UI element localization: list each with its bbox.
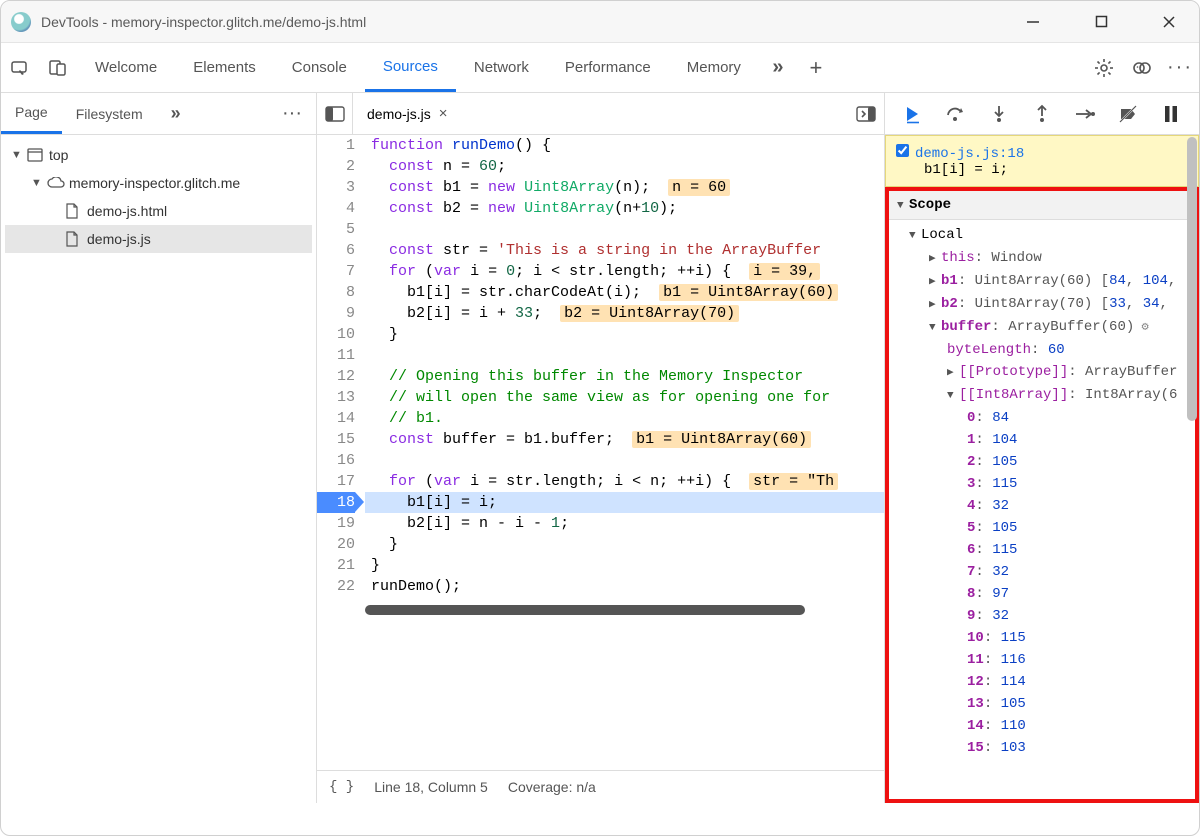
line-gutter: 12345678910111213141516171819202122 (317, 135, 365, 597)
window-controls (1013, 9, 1189, 35)
maximize-button[interactable] (1081, 9, 1121, 35)
tree-domain-label: memory-inspector.glitch.me (69, 175, 240, 191)
scope-section: ▼Scope ▼Local▶this: Window▶b1: Uint8Arra… (885, 187, 1199, 803)
deactivate-breakpoints-button[interactable] (1113, 99, 1143, 129)
resume-button[interactable] (898, 99, 928, 129)
nav-more-icon[interactable]: » (157, 93, 195, 134)
window-title: DevTools - memory-inspector.glitch.me/de… (41, 14, 366, 30)
cursor-position: Line 18, Column 5 (374, 779, 488, 795)
nav-tab-filesystem[interactable]: Filesystem (62, 93, 157, 134)
window-titlebar: DevTools - memory-inspector.glitch.me/de… (1, 1, 1199, 43)
breakpoint-source[interactable]: demo-js.js:18 (915, 146, 1024, 162)
breakpoint-checkbox[interactable] (896, 144, 909, 157)
window-icon (27, 148, 43, 162)
tree-domain[interactable]: ▼ memory-inspector.glitch.me (5, 169, 312, 197)
tab-console[interactable]: Console (274, 43, 365, 92)
close-tab-icon[interactable]: × (439, 105, 448, 122)
toggle-navigator-icon[interactable] (317, 93, 353, 134)
editor-file-tab-label: demo-js.js (367, 106, 431, 122)
tree-file-js-label: demo-js.js (87, 231, 151, 247)
file-icon (65, 203, 81, 219)
device-toggle-icon[interactable] (39, 49, 77, 87)
close-window-button[interactable] (1149, 9, 1189, 35)
navigator-panel: Page Filesystem » ··· ▼ top ▼ memory-ins… (1, 93, 317, 803)
app-icon (11, 12, 31, 32)
pretty-print-button[interactable]: { } (329, 779, 354, 795)
horizontal-scrollbar[interactable] (365, 605, 805, 615)
tree-file-html[interactable]: demo-js.html (5, 197, 312, 225)
tree-top-label: top (49, 147, 68, 163)
tab-performance[interactable]: Performance (547, 43, 669, 92)
tab-memory[interactable]: Memory (669, 43, 759, 92)
chevron-down-icon: ▼ (11, 149, 21, 161)
paused-breakpoint-callout: demo-js.js:18 b1[i] = i; (885, 135, 1199, 187)
vertical-scrollbar[interactable] (1187, 137, 1197, 421)
tab-welcome[interactable]: Welcome (77, 43, 175, 92)
step-into-button[interactable] (984, 99, 1014, 129)
more-tabs-icon[interactable]: » (759, 49, 797, 87)
file-tree: ▼ top ▼ memory-inspector.glitch.me demo-… (1, 135, 316, 259)
tree-file-js[interactable]: demo-js.js (5, 225, 312, 253)
tab-sources[interactable]: Sources (365, 43, 456, 92)
debugger-panel: demo-js.js:18 b1[i] = i; ▼Scope ▼Local▶t… (885, 93, 1199, 803)
editor-statusbar: { } Line 18, Column 5 Coverage: n/a (317, 770, 884, 803)
step-button[interactable] (1070, 99, 1100, 129)
chevron-down-icon: ▼ (31, 177, 41, 189)
editor-file-tab[interactable]: demo-js.js × (353, 93, 462, 134)
nav-tab-page[interactable]: Page (1, 93, 62, 134)
cloud-icon (47, 177, 63, 189)
settings-icon[interactable] (1085, 49, 1123, 87)
editor-panel: demo-js.js × 123456789101112131415161718… (317, 93, 885, 803)
feedback-icon[interactable] (1123, 49, 1161, 87)
tree-file-html-label: demo-js.html (87, 203, 167, 219)
step-out-button[interactable] (1027, 99, 1057, 129)
nav-kebab-icon[interactable]: ··· (268, 102, 316, 125)
breakpoint-line: b1[i] = i; (896, 162, 1188, 178)
file-icon (65, 231, 81, 247)
tree-top[interactable]: ▼ top (5, 141, 312, 169)
code-area[interactable]: 12345678910111213141516171819202122 func… (317, 135, 884, 770)
new-tab-icon[interactable]: + (797, 49, 835, 87)
pause-exceptions-button[interactable] (1156, 99, 1186, 129)
kebab-menu-icon[interactable]: ··· (1161, 49, 1199, 87)
step-over-button[interactable] (941, 99, 971, 129)
inspect-icon[interactable] (1, 49, 39, 87)
scope-header[interactable]: ▼Scope (889, 191, 1195, 220)
debugger-toolbar (885, 93, 1199, 135)
tab-elements[interactable]: Elements (175, 43, 274, 92)
tab-network[interactable]: Network (456, 43, 547, 92)
minimize-button[interactable] (1013, 9, 1053, 35)
coverage-status: Coverage: n/a (508, 779, 596, 795)
source-code[interactable]: function runDemo() { const n = 60; const… (365, 135, 884, 597)
main-tabs: Welcome Elements Console Sources Network… (1, 43, 1199, 93)
toggle-debugger-icon[interactable] (848, 106, 884, 122)
